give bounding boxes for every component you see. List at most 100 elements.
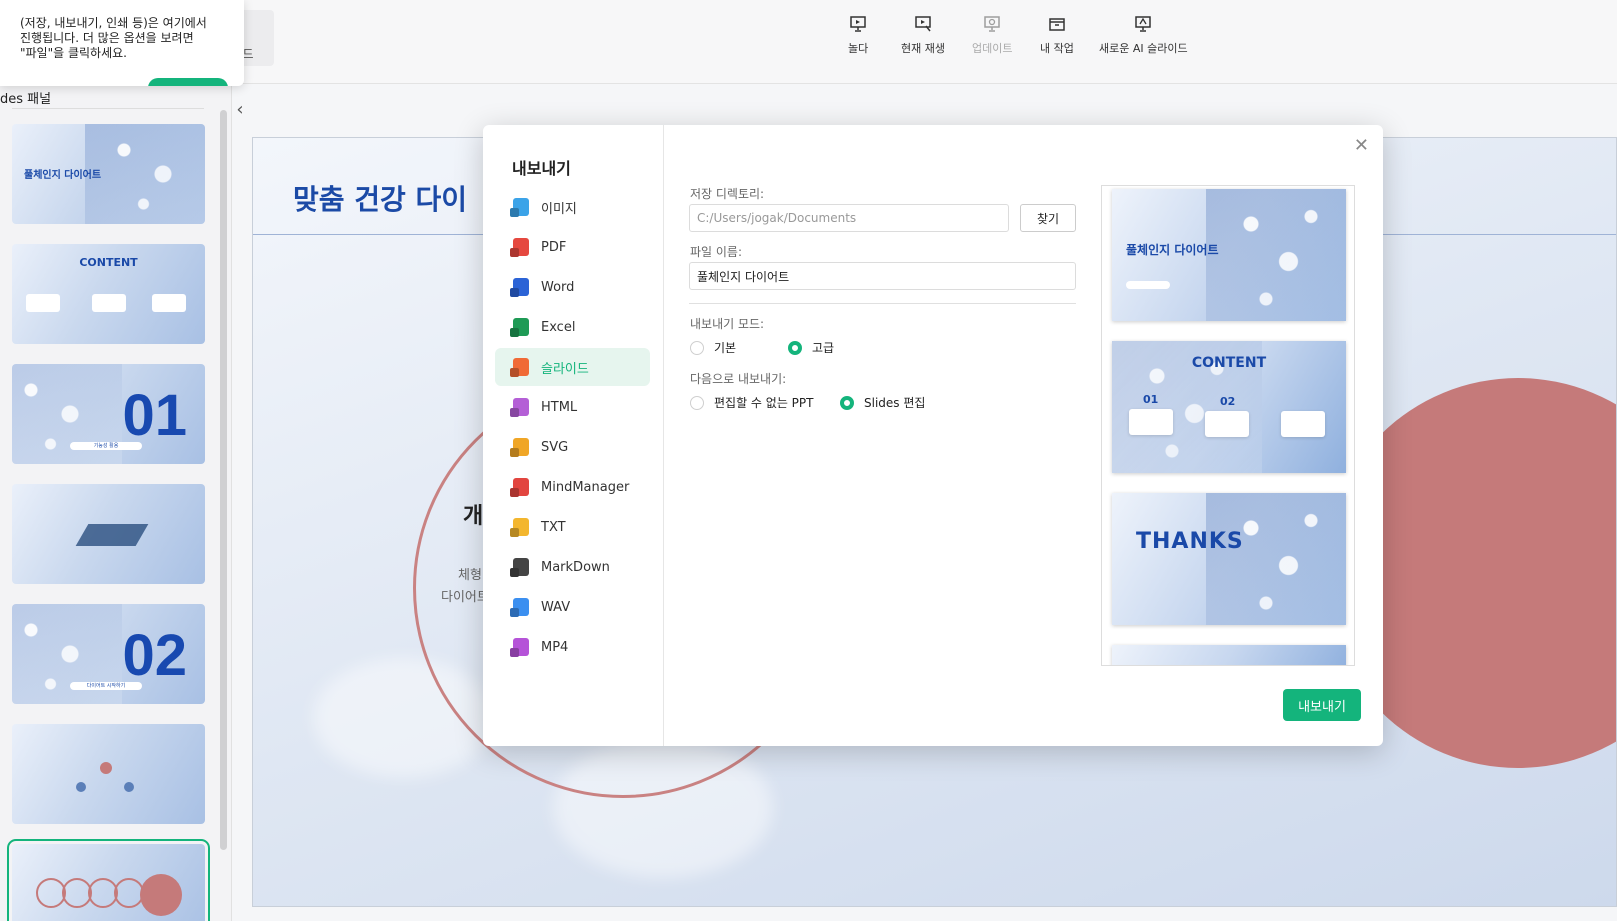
format-item[interactable]: MarkDown bbox=[495, 548, 650, 586]
thumb-box bbox=[92, 294, 126, 312]
format-sidebar: 내보내기 이미지 PDF Word Excel 슬라이드 HTML SVG MindManag… bbox=[483, 125, 664, 746]
thumb-title: 풀체인지 다이어트 bbox=[24, 170, 102, 181]
preview-number: 02 bbox=[1220, 395, 1236, 408]
molecule-image bbox=[85, 124, 205, 224]
slide-subtitle: 개 bbox=[463, 504, 484, 529]
panel-scrollbar[interactable] bbox=[220, 110, 227, 850]
format-item[interactable]: MindManager bbox=[495, 468, 650, 506]
my-work-button[interactable]: 내 작업 bbox=[1040, 14, 1074, 56]
format-label: MindManager bbox=[541, 479, 630, 495]
slide-thumb-2[interactable]: CONTENT bbox=[12, 244, 205, 344]
new-ai-slide-icon bbox=[1135, 16, 1152, 32]
find-button[interactable]: 찾기 bbox=[1020, 204, 1076, 232]
format-item[interactable]: HTML bbox=[495, 388, 650, 426]
dir-input[interactable]: C:/Users/jogak/Documents bbox=[689, 204, 1009, 232]
preview-title: 풀체인지 다이어트 bbox=[1126, 243, 1219, 257]
thumb-dot bbox=[124, 782, 134, 792]
mode-advanced-radio[interactable]: 고급 bbox=[788, 339, 834, 356]
format-label: TXT bbox=[541, 519, 566, 535]
slides-panel: des 패널 풀체인지 다이어트 CONTENT 01 기능성 활용 02 다이… bbox=[0, 84, 232, 921]
format-file-icon bbox=[513, 598, 529, 616]
new-ai-slide-label: 새로운 AI 슬라이드 bbox=[1099, 42, 1188, 55]
tooltip-line-2: 진행됩니다. 더 많은 옵션을 보려면 bbox=[20, 31, 194, 45]
thumb-box bbox=[152, 294, 186, 312]
slide-thumb-6[interactable] bbox=[12, 724, 205, 824]
format-label: 이미지 bbox=[541, 201, 577, 217]
format-item[interactable]: 이미지 bbox=[495, 188, 650, 226]
slide-thumb-5[interactable]: 02 다이어트 시작하기 bbox=[12, 604, 205, 704]
panel-title: des 패널 bbox=[0, 92, 52, 107]
format-file-icon bbox=[513, 638, 529, 656]
format-item[interactable]: Word bbox=[495, 268, 650, 306]
format-item[interactable]: MP4 bbox=[495, 628, 650, 666]
format-item[interactable]: PDF bbox=[495, 228, 650, 266]
slide-thumb-3[interactable]: 01 기능성 활용 bbox=[12, 364, 205, 464]
update-button[interactable]: 업데이트 bbox=[972, 14, 1012, 56]
format-label: HTML bbox=[541, 399, 578, 415]
target-slides-radio[interactable]: Slides 편집 bbox=[840, 394, 925, 411]
preview-slide-3: THANKS bbox=[1112, 493, 1346, 625]
format-label: SVG bbox=[541, 439, 569, 455]
format-item[interactable]: SVG bbox=[495, 428, 650, 466]
target-ppt-radio[interactable]: 편집할 수 없는 PPT bbox=[690, 394, 814, 411]
slide-thumb-1[interactable]: 풀체인지 다이어트 bbox=[12, 124, 205, 224]
play-slide-icon bbox=[850, 16, 866, 32]
radio-selected-icon bbox=[840, 395, 854, 410]
tooltip-confirm-button[interactable] bbox=[148, 78, 228, 86]
thumb-number: 01 bbox=[122, 383, 187, 448]
preview-title: CONTENT bbox=[1191, 355, 1267, 371]
play-label: 놀다 bbox=[848, 42, 869, 55]
format-label: MarkDown bbox=[541, 559, 610, 575]
format-file-icon bbox=[513, 238, 529, 256]
my-work-icon bbox=[1049, 18, 1065, 31]
target-slides-label: Slides 편집 bbox=[864, 396, 926, 410]
update-label: 업데이트 bbox=[972, 42, 1013, 55]
slide-title: 맞춤 건강 다이 bbox=[293, 183, 468, 216]
format-item[interactable]: TXT bbox=[495, 508, 650, 546]
filename-input[interactable]: 풀체인지 다이어트 bbox=[689, 262, 1076, 290]
format-item[interactable]: WAV bbox=[495, 588, 650, 626]
new-ai-slide-button[interactable]: 새로운 AI 슬라이드 bbox=[1099, 14, 1188, 56]
format-file-icon bbox=[513, 558, 529, 576]
slide-text-1: 체형 bbox=[458, 568, 482, 583]
play-current-label: 현재 재생 bbox=[901, 42, 945, 55]
export-button[interactable]: 내보내기 bbox=[1283, 689, 1361, 721]
mode-basic-radio[interactable]: 기본 bbox=[690, 339, 736, 356]
play-current-button[interactable]: 현재 재생 bbox=[901, 14, 945, 56]
preview-slide-1: 풀체인지 다이어트 bbox=[1112, 189, 1346, 321]
format-file-icon bbox=[513, 198, 529, 216]
collapse-panel-button[interactable]: ‹ bbox=[232, 94, 248, 124]
section-divider bbox=[689, 303, 1076, 304]
format-file-icon bbox=[513, 478, 529, 496]
thumb-circle bbox=[140, 874, 182, 916]
format-label: PDF bbox=[541, 239, 567, 255]
slide-thumb-7[interactable] bbox=[7, 839, 210, 921]
format-item[interactable]: 슬라이드 bbox=[495, 348, 650, 386]
mode-advanced-label: 고급 bbox=[812, 341, 835, 355]
preview-slide-2: CONTENT 01 02 bbox=[1112, 341, 1346, 473]
update-icon bbox=[984, 16, 1000, 32]
thumb-graphic bbox=[75, 524, 149, 546]
thumb-dot bbox=[76, 782, 86, 792]
thumb-pill: 다이어트 시작하기 bbox=[70, 682, 142, 690]
dialog-heading: 내보내기 bbox=[512, 159, 571, 178]
thumb-dot bbox=[100, 762, 112, 774]
radio-icon bbox=[690, 340, 704, 355]
close-icon[interactable]: ✕ bbox=[1354, 135, 1369, 156]
play-current-icon bbox=[915, 16, 931, 32]
radio-icon bbox=[690, 395, 704, 410]
mode-label: 내보내기 모드: bbox=[690, 317, 765, 331]
play-button[interactable]: 놀다 bbox=[848, 14, 868, 56]
dir-label: 저장 디렉토리: bbox=[690, 187, 765, 201]
slide-thumb-4[interactable] bbox=[12, 484, 205, 584]
thumb-box bbox=[26, 294, 60, 312]
format-label: Word bbox=[541, 279, 575, 295]
preview-title: THANKS bbox=[1136, 529, 1244, 554]
slide-text-2: 다이어트 bbox=[441, 590, 489, 605]
file-menu-label: 드 bbox=[242, 46, 254, 61]
format-item[interactable]: Excel bbox=[495, 308, 650, 346]
preview-box bbox=[1129, 409, 1173, 435]
export-preview[interactable]: 풀체인지 다이어트 CONTENT 01 02 THANKS bbox=[1101, 185, 1355, 666]
chevron-left-icon: ‹ bbox=[236, 98, 244, 120]
panel-divider bbox=[12, 108, 204, 109]
